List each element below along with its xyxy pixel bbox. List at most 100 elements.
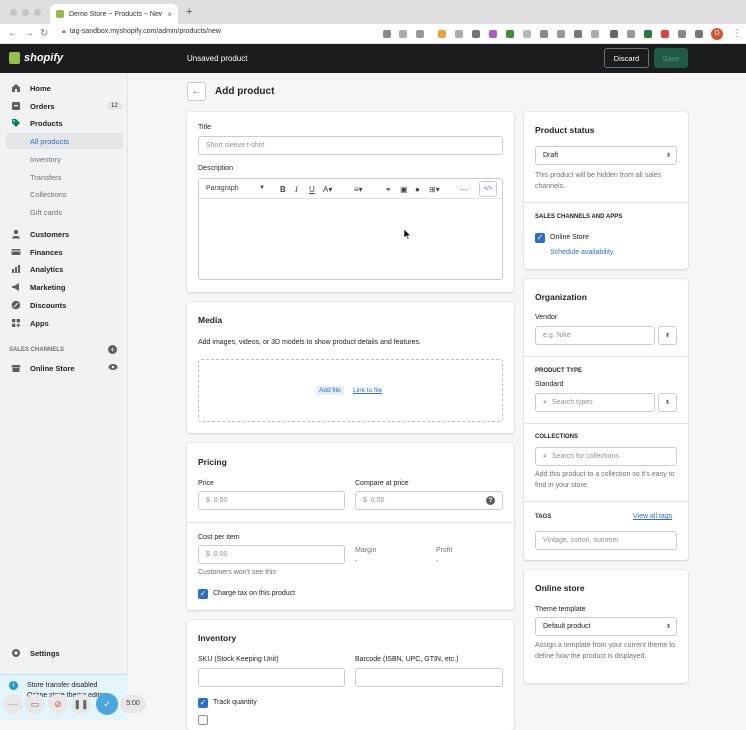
new-tab-button[interactable]: + bbox=[186, 6, 192, 18]
close-window-button[interactable] bbox=[10, 9, 17, 16]
align-icon[interactable]: ≡▾ bbox=[354, 185, 363, 194]
recording-timer: 5:00 bbox=[120, 695, 146, 713]
help-icon[interactable]: ? bbox=[486, 496, 495, 505]
eye-icon[interactable] bbox=[108, 363, 118, 373]
sidebar-item-gift-cards[interactable]: Gift cards bbox=[0, 204, 128, 220]
extension-icon[interactable] bbox=[610, 30, 618, 38]
reload-icon[interactable]: ↻ bbox=[40, 28, 48, 39]
compare-price-label: Compare at price bbox=[355, 480, 409, 487]
sidebar-item-analytics[interactable]: Analytics bbox=[0, 261, 128, 277]
theme-template-select[interactable]: Default product ⬍ bbox=[535, 617, 677, 636]
view-all-tags-link[interactable]: View all tags bbox=[633, 513, 672, 520]
more-icon[interactable]: ··· bbox=[3, 694, 23, 714]
text-color-icon[interactable]: A▾ bbox=[323, 185, 332, 194]
video-icon[interactable]: ● bbox=[415, 185, 420, 194]
link-to-file-link[interactable]: Link to file bbox=[353, 387, 382, 394]
sidebar-item-discounts[interactable]: Discounts bbox=[0, 297, 128, 313]
underline-icon[interactable]: U bbox=[309, 185, 315, 194]
title-input[interactable]: Short sleeve t-shirt bbox=[198, 136, 503, 155]
cost-input[interactable]: $ 0.00 bbox=[198, 545, 345, 564]
sidebar-item-products[interactable]: Products bbox=[0, 115, 128, 131]
extension-icon[interactable] bbox=[438, 30, 446, 38]
status-select[interactable]: Draft ⬍ bbox=[535, 146, 677, 165]
sidebar-item-settings[interactable]: Settings bbox=[0, 645, 128, 661]
add-file-button[interactable]: Add file bbox=[316, 386, 344, 395]
extension-icon[interactable] bbox=[472, 30, 480, 38]
track-quantity-checkbox[interactable]: ✓ bbox=[198, 698, 208, 708]
sidebar-item-customers[interactable]: Customers bbox=[0, 226, 128, 242]
extension-icon[interactable] bbox=[489, 30, 497, 38]
link-icon[interactable]: ⚭ bbox=[385, 185, 392, 194]
extension-icon[interactable] bbox=[557, 30, 565, 38]
type-select-arrows-icon[interactable]: ⬍ bbox=[658, 393, 677, 412]
extension-icon[interactable] bbox=[661, 30, 669, 38]
bar-chart-icon bbox=[11, 264, 21, 274]
price-input[interactable]: $ 0.00 bbox=[198, 491, 345, 510]
product-type-input[interactable]: ⌕ Search types bbox=[535, 393, 655, 412]
close-tab-icon[interactable]: × bbox=[167, 10, 172, 19]
camera-toggle-icon[interactable]: ▭ bbox=[25, 694, 45, 714]
discard-button[interactable]: Discard bbox=[604, 48, 649, 68]
sku-input[interactable] bbox=[198, 668, 345, 687]
back-arrow-button[interactable]: ← bbox=[187, 82, 206, 101]
menu-dots-icon[interactable]: ⋮ bbox=[732, 28, 742, 39]
sidebar-item-online-store[interactable]: Online Store bbox=[0, 360, 128, 376]
continue-selling-checkbox[interactable] bbox=[198, 715, 208, 725]
extension-icon[interactable] bbox=[523, 30, 531, 38]
address-bar[interactable]: 🔒︎ tag-sandbox.myshopify.com/admin/produc… bbox=[62, 28, 221, 36]
collections-input[interactable]: ⌕ Search for collections bbox=[535, 447, 677, 466]
extension-icon[interactable] bbox=[644, 30, 652, 38]
forward-arrow-icon[interactable]: → bbox=[24, 28, 34, 39]
extension-icon[interactable] bbox=[506, 30, 514, 38]
code-view-icon[interactable]: </> bbox=[479, 181, 497, 197]
check-icon[interactable]: ✓ bbox=[96, 693, 118, 715]
sidebar-item-home[interactable]: Home bbox=[0, 80, 128, 96]
media-dropzone[interactable]: Add file Link to file bbox=[198, 359, 503, 422]
zoom-window-button[interactable] bbox=[34, 9, 41, 16]
vendor-input[interactable]: e.g. Nike bbox=[535, 326, 655, 345]
image-icon[interactable]: ▣ bbox=[400, 185, 408, 194]
media-heading: Media bbox=[198, 315, 223, 325]
sidebar-item-collections[interactable]: Collections bbox=[0, 186, 128, 202]
back-arrow-icon[interactable]: ← bbox=[8, 28, 18, 39]
online-store-channel-checkbox[interactable]: ✓ bbox=[535, 233, 545, 243]
barcode-input[interactable] bbox=[355, 668, 503, 687]
bold-icon[interactable]: B bbox=[280, 185, 286, 194]
table-icon[interactable]: ⊞▾ bbox=[429, 185, 440, 194]
italic-icon[interactable]: I bbox=[295, 185, 298, 194]
cost-label: Cost per item bbox=[198, 534, 240, 541]
compare-price-input[interactable]: $ 0.00 ? bbox=[355, 491, 503, 510]
extension-icon[interactable] bbox=[455, 30, 463, 38]
sidebar-item-all-products[interactable]: All products bbox=[6, 133, 123, 149]
charge-tax-checkbox[interactable]: ✓ bbox=[198, 589, 208, 599]
save-button[interactable]: Save bbox=[654, 48, 688, 68]
extension-icon[interactable] bbox=[540, 30, 548, 38]
extension-icon[interactable] bbox=[574, 30, 582, 38]
profile-avatar[interactable]: D bbox=[711, 28, 723, 40]
delete-recording-icon[interactable]: ⊘ bbox=[48, 694, 68, 714]
share-icon[interactable] bbox=[399, 30, 407, 38]
format-select[interactable]: Paragraph bbox=[206, 185, 239, 192]
description-editor[interactable]: Paragraph ▼ B I U A▾ ≡▾ ⚭ ▣ ● ⊞▾ ··· </> bbox=[198, 178, 503, 280]
add-channel-icon[interactable]: + bbox=[108, 345, 117, 354]
extension-icon[interactable] bbox=[627, 30, 635, 38]
schedule-availability-link[interactable]: Schedule availability bbox=[550, 249, 613, 256]
tags-input[interactable]: Vintage, cotton, summer bbox=[535, 531, 677, 550]
browser-tab[interactable]: Demo Store ~ Products ~ New × bbox=[50, 4, 178, 24]
sidebar-item-finances[interactable]: Finances bbox=[0, 244, 128, 260]
minimize-window-button[interactable] bbox=[22, 9, 29, 16]
extension-icon[interactable] bbox=[591, 30, 599, 38]
sidebar-item-inventory[interactable]: Inventory bbox=[0, 151, 128, 167]
sidebar-item-apps[interactable]: Apps bbox=[0, 315, 128, 331]
sidebar-item-transfers[interactable]: Transfers bbox=[0, 169, 128, 185]
star-icon[interactable] bbox=[416, 30, 424, 38]
more-options-icon[interactable]: ··· bbox=[460, 185, 468, 194]
extension-icon[interactable] bbox=[678, 30, 686, 38]
shopify-logo[interactable]: shopify bbox=[9, 52, 63, 64]
sidebar-item-marketing[interactable]: Marketing bbox=[0, 279, 128, 295]
puzzle-icon[interactable] bbox=[695, 30, 703, 38]
vendor-select-arrows-icon[interactable]: ⬍ bbox=[658, 326, 677, 345]
pause-icon[interactable]: ❚❚ bbox=[71, 694, 91, 714]
camera-icon[interactable] bbox=[383, 30, 391, 38]
sidebar-item-orders[interactable]: Orders 12 bbox=[0, 98, 128, 114]
